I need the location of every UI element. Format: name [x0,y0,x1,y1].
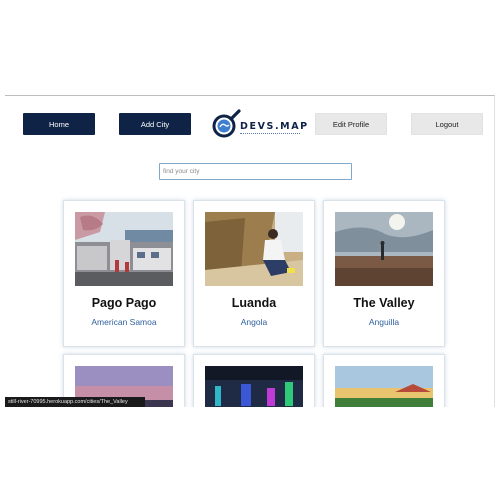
country-name: Angola [240,317,268,327]
city-photo [75,212,173,286]
devs-map-logo[interactable]: DEVS.MAP [210,108,310,142]
city-name: The Valley [353,296,415,310]
city-photo [205,212,303,286]
logo-tagline-decoration [240,133,300,135]
city-photo [335,366,433,407]
country-name: American Samoa [91,317,157,327]
app-viewport: Home Add City DEVS.MAP Edit Profile Logo… [5,95,495,407]
city-name: Luanda [231,296,277,310]
edit-profile-button[interactable]: Edit Profile [315,113,387,135]
magnifier-logo-icon [212,109,241,138]
logo-text: DEVS.MAP [240,121,309,132]
country-name: Anguilla [368,317,400,327]
city-photo [205,366,303,407]
search-input[interactable] [159,163,352,180]
add-city-button[interactable]: Add City [119,113,191,135]
link-status-bar: still-river-70995.herokuapp.com/cities/T… [5,397,145,407]
city-card-the-valley[interactable]: The Valley Anguilla [323,200,445,347]
city-card[interactable] [323,354,445,407]
logout-button[interactable]: Logout [411,113,483,135]
home-button[interactable]: Home [23,113,95,135]
city-name: Pago Pago [91,296,157,310]
city-photo [335,212,433,286]
city-card-luanda[interactable]: Luanda Angola [193,200,315,347]
city-card[interactable] [193,354,315,407]
city-card-pago-pago[interactable]: Pago Pago American Samoa [63,200,185,347]
